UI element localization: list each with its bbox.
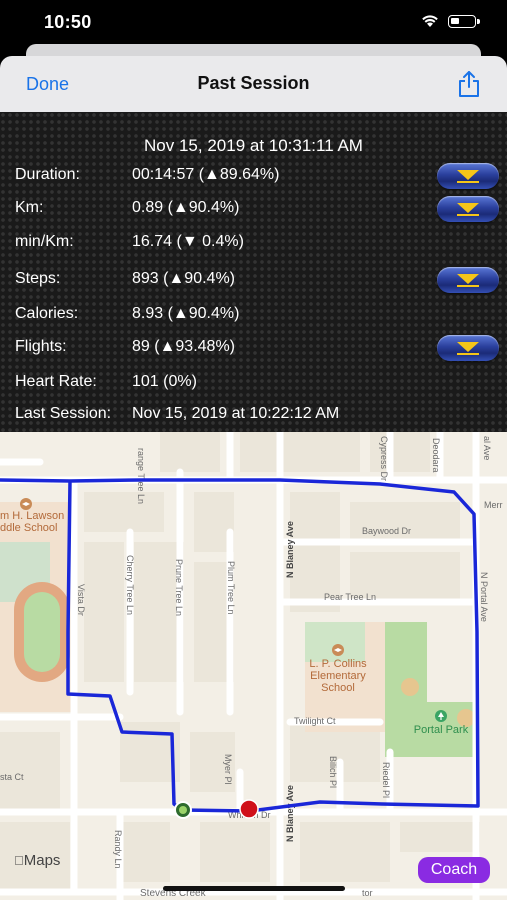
steps-chart-button[interactable]: [437, 267, 499, 293]
session-stats-panel: Nov 15, 2019 at 10:31:11 AM Duration: 00…: [0, 112, 507, 432]
status-time: 10:50: [44, 12, 92, 32]
stat-label: Heart Rate:: [15, 373, 97, 390]
stat-value: 16.74 (▼ 0.4%): [132, 233, 244, 250]
stat-label: Km:: [15, 199, 44, 216]
stat-label: Last Session:: [15, 405, 112, 422]
apple-logo-icon: : [14, 853, 24, 868]
stat-row-flights: Flights: 89 (▲93.48%): [0, 335, 507, 361]
stat-row-steps: Steps: 893 (▲90.4%): [0, 267, 507, 293]
stat-label: min/Km:: [15, 233, 74, 250]
stat-label: Duration:: [15, 166, 80, 183]
km-chart-button[interactable]: [437, 196, 499, 222]
navigation-bar: Done Past Session: [0, 56, 507, 112]
route-line: [0, 478, 480, 813]
stat-label: Flights:: [15, 338, 67, 355]
route-end-marker[interactable]: [239, 799, 259, 819]
stat-row-heart-rate: Heart Rate: 101 (0%): [0, 370, 507, 396]
route-overlay: [0, 478, 480, 819]
dropdown-arrow-icon: [457, 342, 479, 352]
page-title: Past Session: [197, 73, 310, 93]
stat-value: Nov 15, 2019 at 10:22:12 AM: [132, 405, 340, 422]
stat-label: Calories:: [15, 305, 79, 322]
share-icon[interactable]: [456, 70, 482, 98]
flights-chart-button[interactable]: [437, 335, 499, 361]
stat-label: Steps:: [15, 270, 61, 287]
home-indicator[interactable]: [163, 886, 345, 891]
route-start-marker-inner: [179, 806, 187, 814]
stat-value: 893 (▲90.4%): [132, 270, 235, 287]
wifi-icon: [422, 15, 438, 27]
maps-label: Maps: [14, 852, 61, 869]
battery-icon: [448, 15, 480, 28]
stat-value: 8.93 (▲90.4%): [132, 305, 240, 322]
stat-row-calories: Calories: 8.93 (▲90.4%): [0, 302, 507, 328]
status-bar: 10:50: [0, 0, 507, 46]
duration-chart-button[interactable]: [437, 163, 499, 189]
dropdown-arrow-icon: [457, 203, 479, 213]
stat-row-duration: Duration: 00:14:57 (▲89.64%): [0, 163, 507, 189]
stat-row-last-session: Last Session: Nov 15, 2019 at 10:22:12 A…: [0, 402, 507, 428]
dropdown-arrow-icon: [457, 274, 479, 284]
stat-value: 00:14:57 (▲89.64%): [132, 166, 280, 183]
dropdown-arrow-icon: [457, 170, 479, 180]
stat-value: 89 (▲93.48%): [132, 338, 235, 355]
apple-maps-logo: Maps: [14, 852, 60, 869]
stat-value: 101 (0%): [132, 373, 197, 390]
stat-row-km: Km: 0.89 (▲90.4%): [0, 196, 507, 222]
coach-button[interactable]: Coach: [418, 857, 490, 883]
stat-value: 0.89 (▲90.4%): [132, 199, 240, 216]
stat-row-pace: min/Km: 16.74 (▼ 0.4%): [0, 230, 507, 256]
session-date: Nov 15, 2019 at 10:31:11 AM: [144, 136, 363, 155]
route-map[interactable]: range Tree Ln Cypress Dr Deodara al Ave …: [0, 432, 507, 900]
